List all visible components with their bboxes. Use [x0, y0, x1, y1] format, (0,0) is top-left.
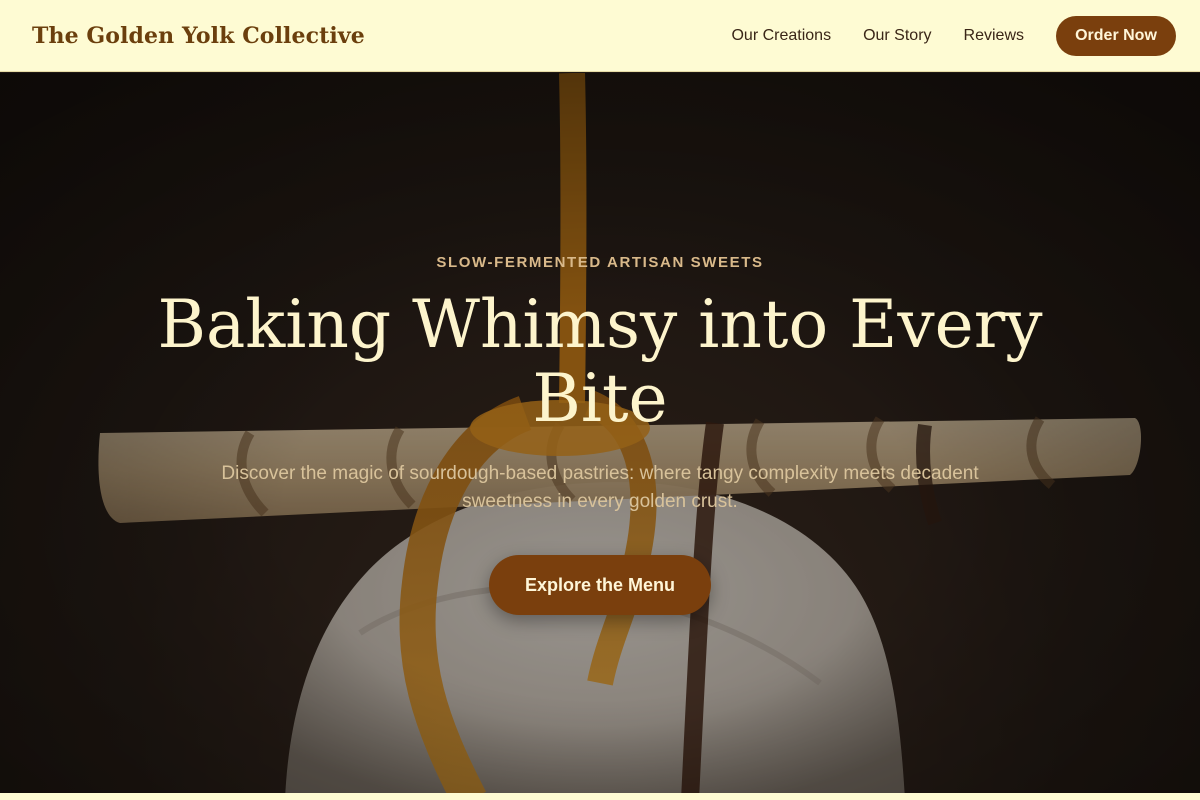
hero-kicker: SLOW-FERMENTED ARTISAN SWEETS	[436, 254, 764, 271]
hero-section: SLOW-FERMENTED ARTISAN SWEETS Baking Whi…	[0, 73, 1200, 800]
explore-menu-button[interactable]: Explore the Menu	[489, 555, 711, 615]
brand-logo-text[interactable]: The Golden Yolk Collective	[32, 23, 365, 49]
top-navigation-bar: The Golden Yolk Collective Our Creations…	[0, 0, 1200, 72]
hero-headline: Baking Whimsy into Every Bite	[157, 286, 1043, 437]
hero-content: SLOW-FERMENTED ARTISAN SWEETS Baking Whi…	[0, 73, 1200, 800]
order-now-button[interactable]: Order Now	[1056, 15, 1176, 56]
nav-link-our-creations[interactable]: Our Creations	[731, 27, 831, 45]
nav-link-our-story[interactable]: Our Story	[863, 27, 931, 45]
nav-link-reviews[interactable]: Reviews	[964, 27, 1024, 45]
hero-subtext: Discover the magic of sourdough-based pa…	[221, 463, 979, 512]
main-nav: Our Creations Our Story Reviews Order No…	[731, 15, 1176, 56]
hero-bottom-strip	[0, 793, 1200, 800]
